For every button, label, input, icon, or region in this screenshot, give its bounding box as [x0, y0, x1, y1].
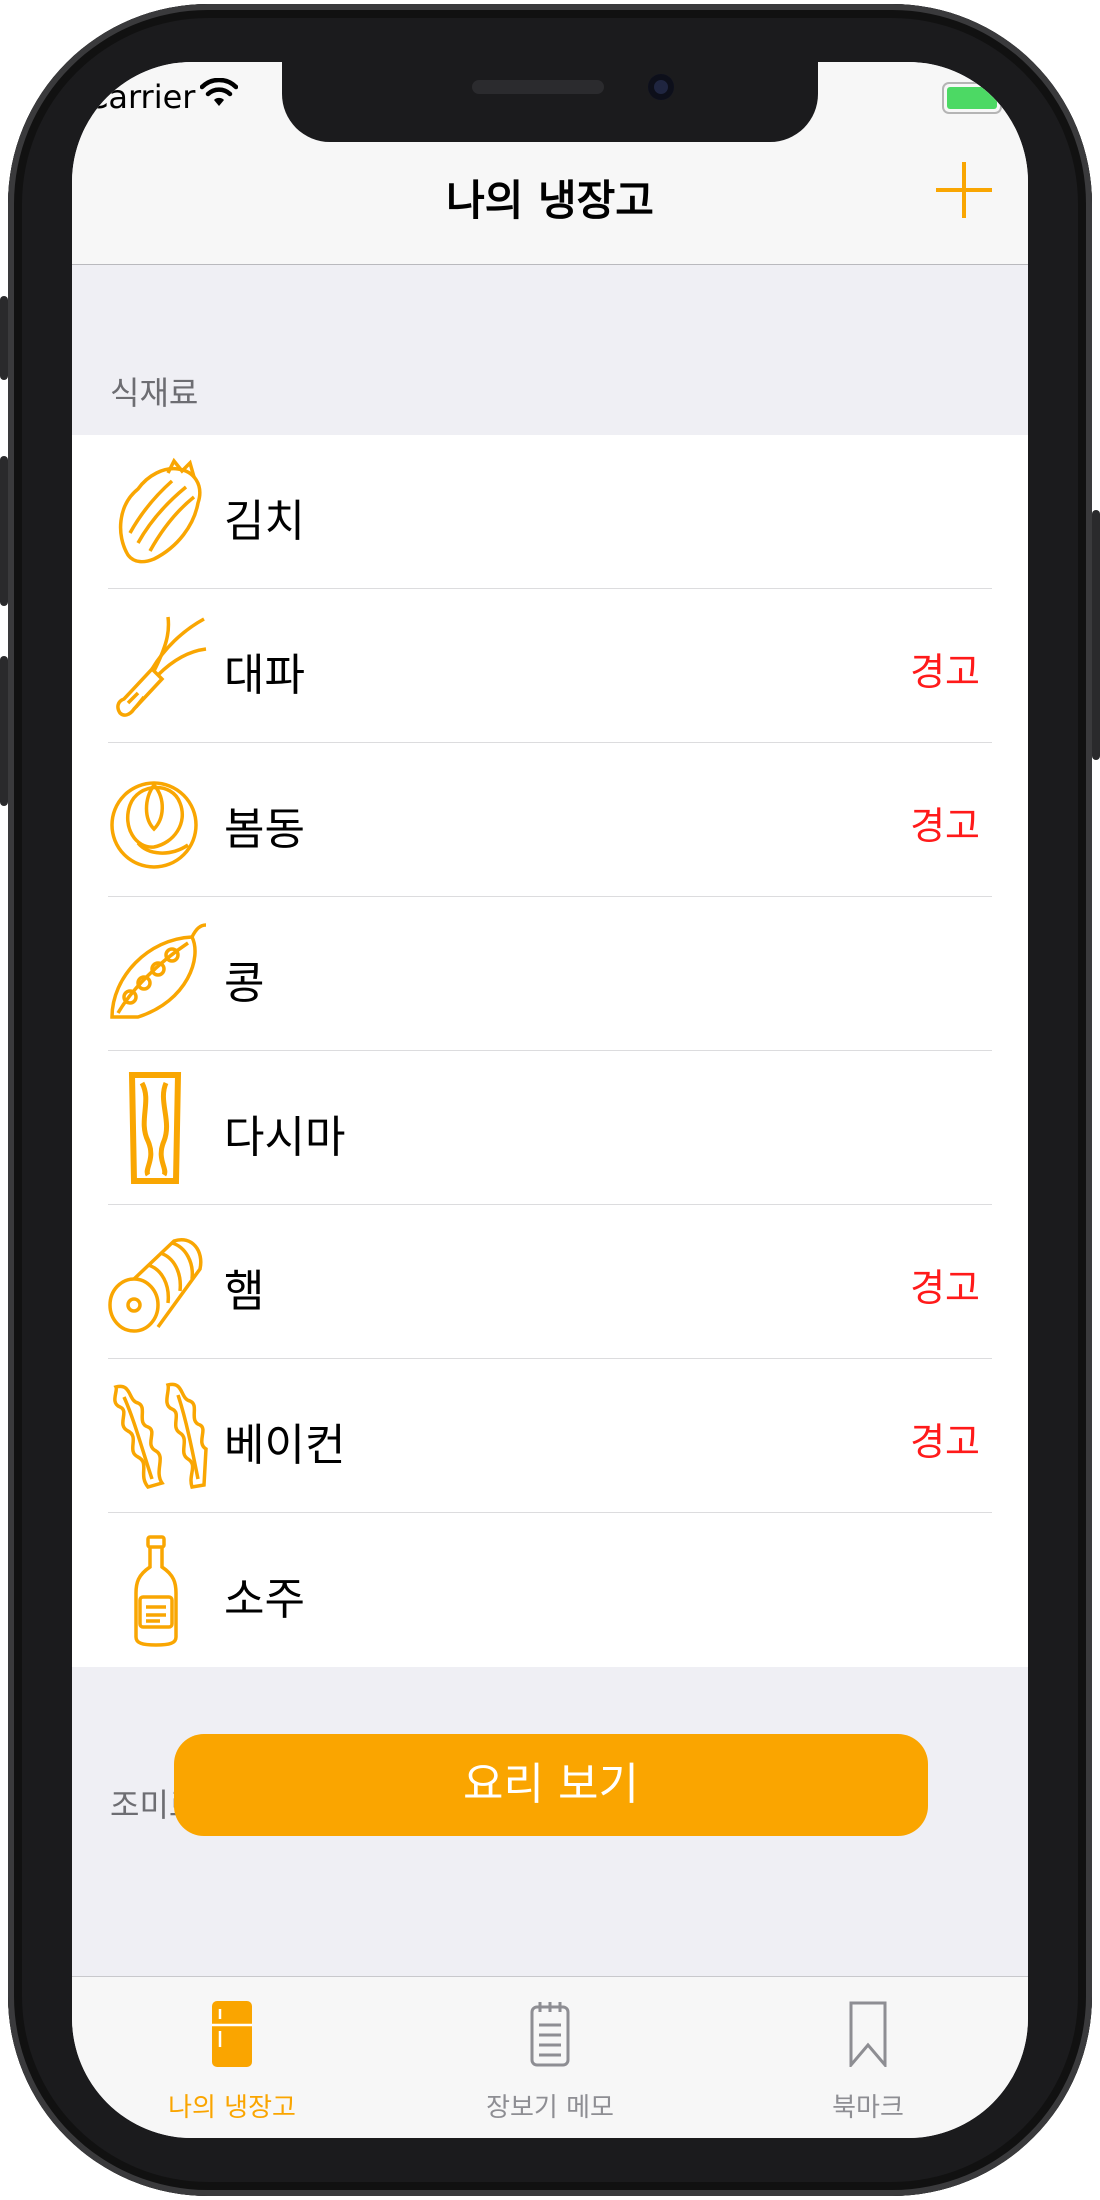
fridge-icon [212, 2001, 252, 2067]
tab-label: 나의 냉장고 [168, 2093, 296, 2123]
notch [282, 62, 818, 142]
warning-label: 경고 [910, 1266, 980, 1310]
kelp-icon [128, 1072, 182, 1184]
list-item[interactable]: 소주 [72, 1513, 1028, 1667]
warning-label: 경고 [910, 804, 980, 848]
bottle-icon [134, 1535, 178, 1647]
cabbage-icon [118, 457, 202, 564]
list-item[interactable]: 대파 경고 [72, 589, 1028, 743]
mute-switch [0, 296, 8, 380]
lettuce-icon [110, 781, 198, 869]
wifi-icon [200, 78, 238, 106]
bacon-icon [113, 1382, 208, 1489]
item-name: 베이컨 [224, 1420, 346, 1471]
tab-label: 북마크 [832, 2093, 904, 2123]
tab-bar: 나의 냉장고 장보기 메모 북마크 [72, 1976, 1028, 2138]
item-name: 다시마 [224, 1112, 346, 1163]
pea-pod-icon [110, 923, 207, 1019]
item-name: 봄동 [224, 804, 305, 855]
list-item[interactable]: 콩 [72, 897, 1028, 1051]
item-name: 대파 [224, 650, 305, 701]
page-title: 나의 냉장고 [446, 176, 654, 225]
front-camera [648, 74, 674, 100]
list-item[interactable]: 봄동 경고 [72, 743, 1028, 897]
screen: 나의 냉장고 Carrier 식재료 김치 대파 경고 봄동 경고 콩 다시마 … [72, 62, 1028, 2138]
green-onion-icon [116, 616, 207, 717]
list-item[interactable]: 다시마 [72, 1051, 1028, 1205]
list-item[interactable]: 베이컨 경고 [72, 1359, 1028, 1513]
battery-icon [942, 82, 1002, 114]
carrier-label: Carrier [86, 78, 196, 116]
section-header-ingredients: 식재료 [110, 374, 199, 412]
item-name: 콩 [224, 958, 265, 1009]
volume-up-button [0, 456, 8, 606]
bookmark-icon [849, 2001, 887, 2067]
power-button [1092, 510, 1100, 760]
speaker [472, 80, 604, 94]
list-item[interactable]: 햄 경고 [72, 1205, 1028, 1359]
warning-label: 경고 [910, 1420, 980, 1464]
item-name: 김치 [224, 496, 305, 547]
tab-label: 장보기 메모 [486, 2093, 614, 2123]
volume-down-button [0, 656, 8, 806]
list-item[interactable]: 김치 [72, 435, 1028, 589]
ham-icon [108, 1238, 203, 1333]
tab-shopping-memo[interactable]: 장보기 메모 [390, 1977, 710, 2138]
tab-bookmark[interactable]: 북마크 [708, 1977, 1028, 2138]
ingredient-list: 김치 대파 경고 봄동 경고 콩 다시마 햄 경고 베이컨 경고 소주 [72, 435, 1028, 1667]
warning-label: 경고 [910, 650, 980, 694]
tab-my-fridge[interactable]: 나의 냉장고 [72, 1977, 392, 2138]
view-recipes-button[interactable]: 요리 보기 [174, 1734, 928, 1836]
item-name: 햄 [224, 1266, 265, 1317]
item-name: 소주 [224, 1574, 305, 1625]
add-button[interactable] [936, 162, 992, 218]
notepad-icon [530, 2002, 570, 2067]
